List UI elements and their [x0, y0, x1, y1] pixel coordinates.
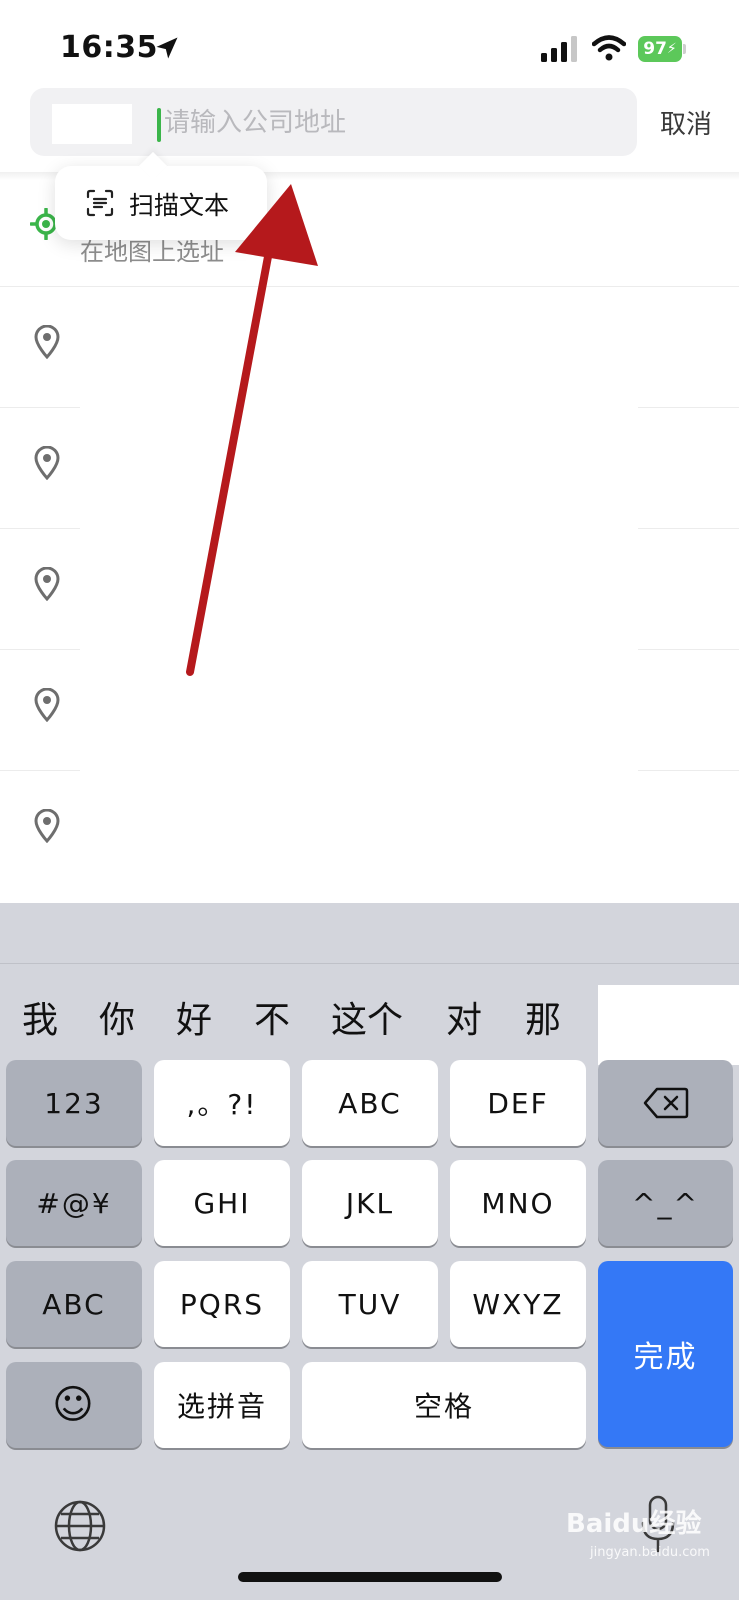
key-symbols[interactable]: #@¥ [6, 1160, 142, 1246]
key-123[interactable]: 123 [6, 1060, 142, 1146]
candidate-bar-divider [0, 963, 739, 964]
key-pqrs[interactable]: PQRS [154, 1261, 290, 1347]
key-abc-mode[interactable]: ABC [6, 1261, 142, 1347]
location-pin-icon [34, 325, 60, 359]
location-pin-icon [34, 809, 60, 843]
scan-text-label: 扫描文本 [129, 191, 230, 220]
redacted-area [52, 104, 132, 144]
key-ghi[interactable]: GHI [154, 1160, 290, 1246]
candidate-word[interactable]: 对 [446, 991, 482, 1043]
candidate-word[interactable]: 我 [22, 991, 58, 1043]
text-cursor [157, 108, 161, 142]
backspace-icon [643, 1087, 688, 1119]
key-select-pinyin[interactable]: 选拼音 [154, 1362, 290, 1448]
key-emoticon[interactable]: ^_^ [598, 1160, 733, 1246]
redacted-address-list [80, 287, 638, 902]
key-def[interactable]: DEF [450, 1060, 586, 1146]
status-bar: 16:35 97 ⚡ [0, 0, 739, 90]
candidate-word[interactable]: 好 [176, 991, 212, 1043]
candidate-word[interactable]: 你 [99, 991, 135, 1043]
keyboard: 我 你 好 不 这个 对 那 123 ,。?! ABC DEF #@¥ GHI … [0, 903, 739, 1600]
candidate-word[interactable]: 这个 [331, 991, 403, 1043]
key-jkl[interactable]: JKL [302, 1160, 438, 1246]
cancel-button[interactable]: 取消 [660, 104, 712, 141]
backspace-key[interactable] [598, 1060, 733, 1146]
search-bar[interactable] [30, 88, 637, 156]
key-abc[interactable]: ABC [302, 1060, 438, 1146]
key-punctuation[interactable]: ,。?! [154, 1060, 290, 1146]
battery-indicator: 97 ⚡ [638, 36, 686, 62]
redacted-area [598, 985, 739, 1065]
key-mno[interactable]: MNO [450, 1160, 586, 1246]
scan-text-popup[interactable]: 扫描文本 [55, 166, 267, 240]
location-arrow-icon [156, 37, 178, 59]
scan-text-icon [86, 189, 114, 217]
done-button[interactable]: 完成 [598, 1261, 733, 1447]
key-wxyz[interactable]: WXYZ [450, 1261, 586, 1347]
key-tuv[interactable]: TUV [302, 1261, 438, 1347]
candidate-word[interactable]: 不 [254, 991, 290, 1043]
address-search-input[interactable] [162, 102, 626, 144]
candidate-word[interactable]: 那 [525, 991, 561, 1043]
location-pin-icon [34, 446, 60, 480]
location-pin-icon [34, 567, 60, 601]
space-key[interactable]: 空格 [302, 1362, 586, 1448]
wifi-icon [592, 35, 626, 61]
emoji-key[interactable]: ☺ [6, 1362, 142, 1448]
cellular-signal-icon [541, 36, 577, 62]
battery-level: 97 ⚡ [638, 36, 682, 62]
home-indicator [238, 1572, 502, 1582]
watermark-url: jingyan.baidu.com [590, 1545, 710, 1560]
globe-icon[interactable] [53, 1499, 107, 1553]
status-time: 16:35 [60, 30, 158, 65]
location-pin-icon [34, 688, 60, 722]
watermark-logo: Baidu经验 [566, 1509, 702, 1539]
